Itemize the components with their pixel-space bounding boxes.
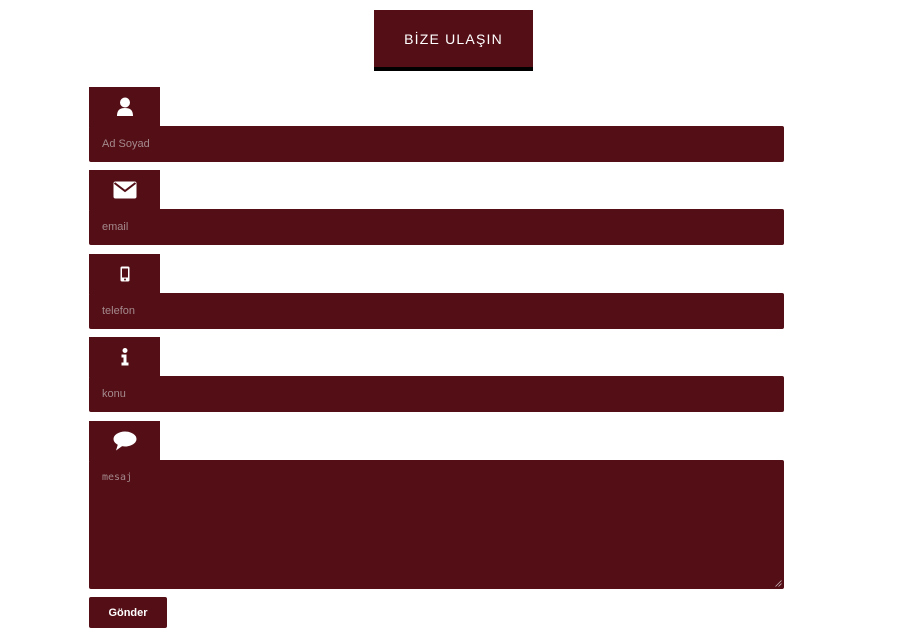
email-field-placeholder: email bbox=[102, 221, 129, 233]
subject-icon-tab bbox=[89, 337, 160, 377]
email-icon-tab bbox=[89, 170, 160, 210]
message-textarea[interactable]: mesaj bbox=[89, 460, 784, 589]
email-field[interactable]: email bbox=[89, 209, 784, 245]
mobile-phone-icon bbox=[120, 266, 130, 282]
name-field[interactable]: Ad Soyad bbox=[89, 126, 784, 162]
envelope-icon bbox=[113, 181, 137, 199]
message-textarea-placeholder: mesaj bbox=[102, 472, 133, 483]
resize-grip-icon[interactable] bbox=[775, 580, 782, 587]
message-icon-tab bbox=[89, 421, 160, 461]
phone-field[interactable]: telefon bbox=[89, 293, 784, 329]
info-icon bbox=[120, 348, 130, 366]
page-title-text: BİZE ULAŞIN bbox=[404, 30, 503, 47]
submit-button-label: Gönder bbox=[108, 606, 148, 619]
subject-field-placeholder: konu bbox=[102, 388, 126, 400]
name-icon-tab bbox=[89, 87, 160, 127]
phone-icon-tab bbox=[89, 254, 160, 294]
page-title: BİZE ULAŞIN bbox=[374, 10, 533, 71]
comment-icon bbox=[113, 431, 137, 451]
submit-button[interactable]: Gönder bbox=[89, 597, 167, 628]
subject-field[interactable]: konu bbox=[89, 376, 784, 412]
phone-field-placeholder: telefon bbox=[102, 305, 136, 317]
name-field-placeholder: Ad Soyad bbox=[102, 138, 150, 150]
user-icon bbox=[116, 97, 134, 117]
